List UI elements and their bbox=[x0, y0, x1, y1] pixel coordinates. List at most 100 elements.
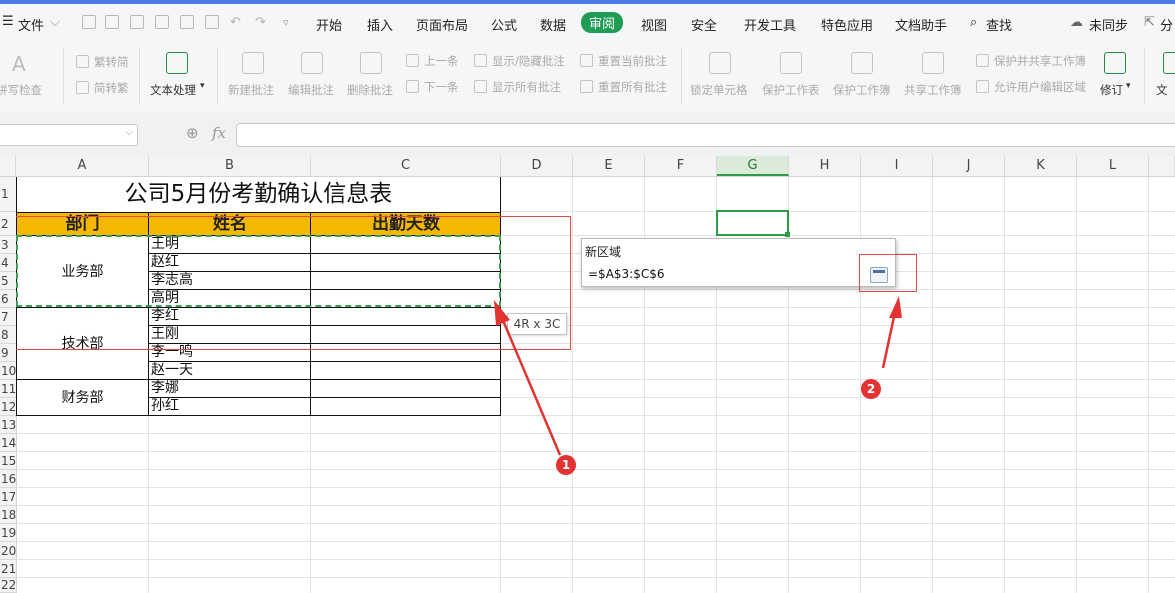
share-workbook-button[interactable]: 共享工作簿 bbox=[904, 82, 962, 98]
text-processing-button[interactable]: 文本处理 bbox=[150, 82, 196, 98]
print-icon[interactable] bbox=[180, 15, 194, 29]
show-hide-comment-button[interactable]: 显示/隐藏批注 bbox=[492, 53, 565, 69]
spell-check-icon[interactable]: A bbox=[12, 52, 34, 76]
row-header-5[interactable]: 5 bbox=[0, 272, 16, 290]
fill-handle[interactable] bbox=[785, 232, 790, 237]
redo-icon[interactable]: ↷ bbox=[255, 15, 266, 30]
file-menu[interactable]: 文件 bbox=[18, 15, 44, 34]
print-preview-icon[interactable] bbox=[205, 15, 219, 29]
row-header-20[interactable]: 20 bbox=[0, 542, 16, 560]
column-header-b[interactable]: B bbox=[149, 156, 311, 176]
tab-developer[interactable]: 开发工具 bbox=[744, 15, 796, 34]
customize-toolbar-icon[interactable]: ▿ bbox=[283, 16, 289, 29]
new-comment-button[interactable]: 新建批注 bbox=[228, 82, 274, 98]
column-header-d[interactable]: D bbox=[501, 156, 573, 176]
tab-home[interactable]: 开始 bbox=[316, 15, 342, 34]
row-header-2[interactable]: 2 bbox=[0, 212, 16, 236]
lock-cell-button[interactable]: 锁定单元格 bbox=[690, 82, 748, 98]
protect-sheet-button[interactable]: 保护工作表 bbox=[762, 82, 820, 98]
trad-to-simp-button[interactable]: 繁转简 bbox=[94, 54, 129, 70]
reset-current-comment-button[interactable]: 重置当前批注 bbox=[598, 53, 667, 69]
row-header-13[interactable]: 13 bbox=[0, 416, 16, 434]
revise-dropdown-icon[interactable]: ▾ bbox=[1126, 81, 1131, 91]
row-header-11[interactable]: 11 bbox=[0, 380, 16, 398]
column-header-l[interactable]: L bbox=[1077, 156, 1149, 176]
protect-workbook-icon[interactable] bbox=[851, 52, 873, 74]
search-label[interactable]: 查找 bbox=[986, 15, 1012, 34]
share-label[interactable]: 分 bbox=[1160, 15, 1173, 34]
select-all-corner[interactable] bbox=[0, 156, 16, 176]
tab-page-layout[interactable]: 页面布局 bbox=[416, 15, 468, 34]
reset-all-comments-icon[interactable] bbox=[580, 80, 593, 93]
trad-simp-icon[interactable] bbox=[76, 55, 89, 68]
row-header-19[interactable]: 19 bbox=[0, 524, 16, 542]
tab-view[interactable]: 视图 bbox=[641, 15, 667, 34]
revise-icon[interactable] bbox=[1104, 52, 1126, 74]
delete-comment-button[interactable]: 删除批注 bbox=[347, 82, 393, 98]
column-header-m[interactable] bbox=[1149, 156, 1175, 176]
row-header-3[interactable]: 3 bbox=[0, 236, 16, 254]
row-header-7[interactable]: 7 bbox=[0, 308, 16, 326]
allow-edit-ranges-button[interactable]: 允许用户编辑区域 bbox=[994, 79, 1086, 95]
protect-share-workbook-button[interactable]: 保护并共享工作簿 bbox=[994, 53, 1086, 69]
column-header-j[interactable]: J bbox=[933, 156, 1005, 176]
export-pdf-icon[interactable] bbox=[155, 15, 169, 29]
name-cell[interactable]: 赵一天 bbox=[149, 362, 311, 380]
column-header-k[interactable]: K bbox=[1005, 156, 1077, 176]
row-header-1[interactable]: 1 bbox=[0, 177, 16, 212]
show-hide-comment-icon[interactable] bbox=[474, 54, 487, 67]
show-all-comments-icon[interactable] bbox=[474, 80, 487, 93]
reset-current-comment-icon[interactable] bbox=[580, 54, 593, 67]
doc-button[interactable]: 文 bbox=[1156, 82, 1168, 98]
tab-formulas[interactable]: 公式 bbox=[491, 15, 517, 34]
edit-comment-icon[interactable] bbox=[301, 52, 323, 74]
next-item-button[interactable]: 下一条 bbox=[424, 79, 459, 95]
name-cell[interactable]: 孙红 bbox=[149, 398, 311, 416]
doc-icon[interactable] bbox=[1163, 52, 1175, 74]
delete-comment-icon[interactable] bbox=[360, 52, 382, 74]
prev-item-icon[interactable] bbox=[406, 54, 419, 67]
formula-input[interactable] bbox=[236, 123, 1175, 147]
tab-insert[interactable]: 插入 bbox=[367, 15, 393, 34]
share-workbook-icon[interactable] bbox=[922, 52, 944, 74]
row-header-10[interactable]: 10 bbox=[0, 362, 16, 380]
tab-security[interactable]: 安全 bbox=[691, 15, 717, 34]
sheet-title[interactable]: 公司5月份考勤确认信息表 bbox=[16, 177, 501, 212]
reset-all-comments-button[interactable]: 重置所有批注 bbox=[598, 79, 667, 95]
active-cell[interactable] bbox=[716, 210, 789, 236]
protect-share-icon[interactable] bbox=[976, 54, 989, 67]
prev-item-button[interactable]: 上一条 bbox=[424, 53, 459, 69]
cloud-sync-icon[interactable]: ☁ bbox=[1070, 15, 1083, 30]
show-all-comments-button[interactable]: 显示所有批注 bbox=[492, 79, 561, 95]
column-header-c[interactable]: C bbox=[311, 156, 501, 176]
name-box[interactable]: ⌵ bbox=[0, 124, 138, 146]
text-processing-icon[interactable] bbox=[166, 52, 188, 74]
name-cell[interactable]: 李娜 bbox=[149, 380, 311, 398]
row-header-6[interactable]: 6 bbox=[0, 290, 16, 308]
column-header-f[interactable]: F bbox=[645, 156, 717, 176]
protect-sheet-icon[interactable] bbox=[780, 52, 802, 74]
sync-status[interactable]: 未同步 bbox=[1089, 15, 1128, 34]
column-header-i[interactable]: I bbox=[861, 156, 933, 176]
save-icon[interactable] bbox=[130, 15, 144, 29]
column-header-g[interactable]: G bbox=[717, 156, 789, 176]
revise-button[interactable]: 修订 bbox=[1100, 82, 1123, 98]
row-header-12[interactable]: 12 bbox=[0, 398, 16, 416]
tab-doc-assistant[interactable]: 文档助手 bbox=[895, 15, 947, 34]
search-icon[interactable]: ⌕ bbox=[970, 15, 977, 30]
row-header-16[interactable]: 16 bbox=[0, 470, 16, 488]
tab-special-apps[interactable]: 特色应用 bbox=[821, 15, 873, 34]
open-folder-icon[interactable] bbox=[105, 15, 119, 29]
share-icon[interactable]: ⇱ bbox=[1144, 15, 1155, 30]
undo-icon[interactable]: ↶ bbox=[230, 15, 241, 30]
new-range-dialog[interactable]: 新区域 =$A$3:$C$6 bbox=[581, 238, 896, 287]
next-item-icon[interactable] bbox=[406, 80, 419, 93]
insert-function-button[interactable]: fx bbox=[212, 124, 226, 142]
column-header-a[interactable]: A bbox=[16, 156, 149, 176]
allow-edit-ranges-icon[interactable] bbox=[976, 80, 989, 93]
tab-data[interactable]: 数据 bbox=[540, 15, 566, 34]
column-header-h[interactable]: H bbox=[789, 156, 861, 176]
row-header-21[interactable]: 21 bbox=[0, 560, 16, 578]
row-header-15[interactable]: 15 bbox=[0, 452, 16, 470]
row-header-8[interactable]: 8 bbox=[0, 326, 16, 344]
